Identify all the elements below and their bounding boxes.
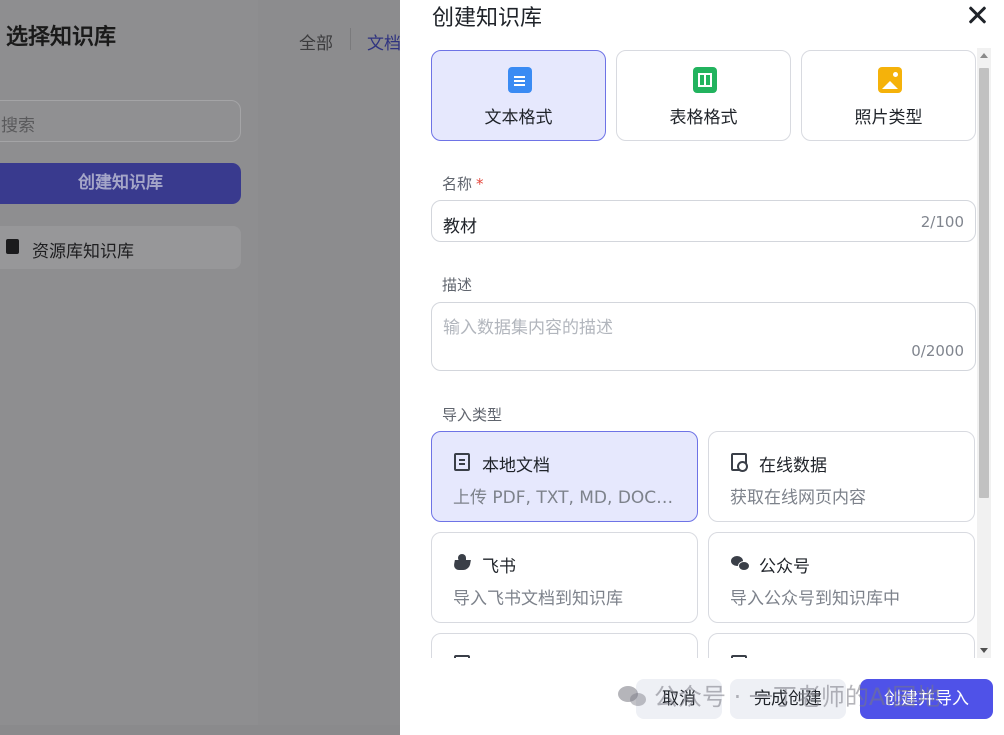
description-char-counter: 0/2000 bbox=[911, 342, 964, 360]
description-textarea[interactable]: 输入数据集内容的描述 0/2000 bbox=[431, 302, 976, 371]
create-kb-drawer: 创建知识库 文本格式 表格格式 照片类型 名称 * 教材 2/100 描述 输入数… bbox=[400, 0, 1004, 735]
watermark-text: 公众号 · 一丁老师的AI园地 bbox=[654, 683, 941, 711]
description-placeholder: 输入数据集内容的描述 bbox=[443, 318, 613, 338]
photo-icon bbox=[878, 67, 902, 93]
drawer-scroll-area[interactable]: 文本格式 表格格式 照片类型 名称 * 教材 2/100 描述 输入数据集内容的描… bbox=[400, 40, 1004, 658]
close-icon[interactable] bbox=[966, 4, 988, 26]
format-option-table[interactable]: 表格格式 bbox=[616, 50, 791, 141]
background-tab-divider bbox=[350, 28, 351, 50]
import-option-wechat[interactable]: 公众号 导入公众号到知识库中 bbox=[708, 532, 975, 623]
scroll-down-arrow-icon[interactable] bbox=[980, 648, 988, 653]
format-option-label: 表格格式 bbox=[669, 108, 738, 128]
import-option-desc: 导入公众号到知识库中 bbox=[730, 589, 900, 609]
table-icon bbox=[693, 67, 717, 93]
name-input[interactable]: 教材 2/100 bbox=[431, 200, 976, 242]
name-char-counter: 2/100 bbox=[920, 213, 964, 231]
background-tab-all[interactable]: 全部 bbox=[299, 29, 333, 54]
name-label-text: 名称 bbox=[442, 175, 473, 193]
web-icon bbox=[731, 453, 748, 472]
background-page-title: 选择知识库 bbox=[6, 25, 117, 50]
background-tab-docs[interactable]: 文档 bbox=[367, 29, 400, 54]
scrollbar-thumb[interactable] bbox=[979, 68, 989, 498]
background-kb-list-item-label: 资源库知识库 bbox=[32, 242, 134, 262]
import-option-title: 飞书 bbox=[482, 557, 516, 577]
import-option-title: 公众号 bbox=[759, 557, 810, 577]
background-search-placeholder: 搜索 bbox=[1, 116, 35, 136]
background-create-kb-button[interactable]: 创建知识库 bbox=[0, 163, 241, 204]
wechat-icon bbox=[731, 554, 750, 572]
import-option-title: 在线数据 bbox=[759, 456, 827, 476]
background-kb-list-item[interactable]: 资源库知识库 bbox=[0, 226, 241, 269]
background-search-input[interactable]: 搜索 bbox=[0, 100, 241, 142]
format-option-text[interactable]: 文本格式 bbox=[431, 50, 606, 141]
import-option-partial[interactable] bbox=[431, 633, 698, 658]
file-icon bbox=[454, 453, 470, 471]
feishu-icon bbox=[454, 554, 470, 572]
import-option-feishu[interactable]: 飞书 导入飞书文档到知识库 bbox=[431, 532, 698, 623]
drawer-scrollbar[interactable] bbox=[977, 48, 991, 658]
format-option-label: 文本格式 bbox=[484, 108, 553, 128]
book-icon bbox=[6, 239, 19, 254]
scroll-up-arrow-icon[interactable] bbox=[980, 53, 988, 58]
background-bottom-strip bbox=[0, 725, 400, 735]
import-option-desc: 导入飞书文档到知识库 bbox=[453, 589, 623, 609]
name-input-value: 教材 bbox=[443, 217, 477, 237]
drawer-title: 创建知识库 bbox=[432, 6, 543, 31]
text-doc-icon bbox=[508, 67, 532, 93]
import-option-partial[interactable] bbox=[708, 633, 975, 658]
import-option-title: 本地文档 bbox=[482, 456, 550, 476]
import-option-desc: 上传 PDF, TXT, MD, DOC, CSV 等格式的本地文件 bbox=[453, 488, 678, 508]
format-option-label: 照片类型 bbox=[854, 108, 923, 128]
import-option-local-doc[interactable]: 本地文档 上传 PDF, TXT, MD, DOC, CSV 等格式的本地文件 bbox=[431, 431, 698, 522]
name-field-label: 名称 * bbox=[442, 173, 484, 194]
format-option-photo[interactable]: 照片类型 bbox=[801, 50, 976, 141]
description-field-label: 描述 bbox=[442, 276, 473, 294]
wechat-watermark-icon bbox=[618, 686, 648, 708]
import-type-label: 导入类型 bbox=[442, 406, 503, 424]
required-mark: * bbox=[476, 175, 484, 193]
import-option-desc: 获取在线网页内容 bbox=[730, 488, 866, 508]
background-sidebar: 选择知识库 搜索 创建知识库 资源库知识库 bbox=[0, 0, 258, 735]
background-main bbox=[258, 0, 400, 735]
import-option-online-data[interactable]: 在线数据 获取在线网页内容 bbox=[708, 431, 975, 522]
watermark: 公众号 · 一丁老师的AI园地 bbox=[618, 677, 940, 712]
